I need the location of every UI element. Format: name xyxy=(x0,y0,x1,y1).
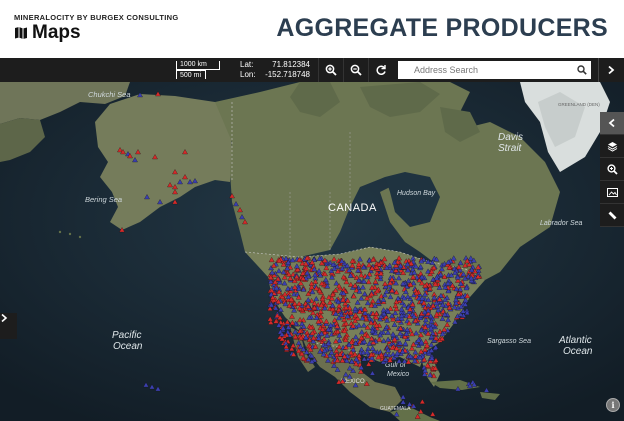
label-gulf-mexico: Mexico xyxy=(387,371,409,378)
collapse-panel-button[interactable] xyxy=(600,112,624,135)
label-chukchi-sea: Chukchi Sea xyxy=(88,90,131,99)
ruler-icon xyxy=(608,211,616,219)
scale-km: 1000 km xyxy=(176,61,220,70)
scale-mi: 500 mi xyxy=(176,70,206,79)
label-atlantic-ocean: Ocean xyxy=(563,346,593,357)
label-strait: Strait xyxy=(498,143,523,154)
chevron-right-icon xyxy=(1,313,8,323)
label-sargasso-sea: Sargasso Sea xyxy=(487,338,531,345)
map-icon xyxy=(15,27,27,39)
image-export-button[interactable] xyxy=(600,181,624,204)
label-hudson-bay: Hudson Bay xyxy=(397,190,436,197)
label-davis: Davis xyxy=(498,132,523,143)
measure-button[interactable] xyxy=(600,204,624,227)
label-canada: CANADA xyxy=(328,202,377,214)
coordinates-readout: Lat: 71.812384 Lon: -152.718748 xyxy=(240,60,310,80)
brand-subtitle: MINERALOCITY BY BURGEX CONSULTING xyxy=(14,13,179,22)
brand-logo[interactable]: Maps xyxy=(14,22,81,44)
scale-bar: 1000 km 500 mi xyxy=(176,61,226,79)
refresh-button[interactable] xyxy=(368,58,392,82)
zoom-in-icon xyxy=(325,64,337,76)
header: MINERALOCITY BY BURGEX CONSULTING Maps A… xyxy=(0,0,624,58)
label-guatemala: GUATEMALA xyxy=(380,406,411,412)
zoom-region-icon xyxy=(606,163,618,175)
label-greenland: GREENLAND (DEN) xyxy=(558,102,600,107)
brand-word: Maps xyxy=(32,22,81,43)
left-panel-toggle[interactable] xyxy=(0,313,17,339)
page-title: AGGREGATE PRODUCERS xyxy=(276,14,608,42)
basemap: Chukchi Sea Bering Sea Hudson Bay Labrad… xyxy=(0,82,624,421)
map-canvas[interactable]: Chukchi Sea Bering Sea Hudson Bay Labrad… xyxy=(0,82,624,421)
lat-label: Lat: xyxy=(240,60,254,69)
zoom-out-button[interactable] xyxy=(343,58,367,82)
lon-value: -152.718748 xyxy=(265,70,310,79)
search-icon xyxy=(577,65,587,75)
toolbar-expand-button[interactable] xyxy=(598,58,622,82)
lon-label: Lon: xyxy=(240,70,256,79)
refresh-icon xyxy=(375,65,386,75)
chevron-left-icon xyxy=(608,118,615,128)
chevron-right-icon xyxy=(607,65,614,75)
zoom-region-button[interactable] xyxy=(600,158,624,181)
label-atlantic: Atlantic xyxy=(558,335,592,346)
label-bering-sea: Bering Sea xyxy=(85,195,122,204)
lat-value: 71.812384 xyxy=(272,60,310,69)
info-button[interactable]: i xyxy=(606,398,620,412)
layers-button[interactable] xyxy=(600,135,624,158)
side-toolbar xyxy=(600,112,624,227)
zoom-out-icon xyxy=(350,64,362,76)
label-labrador-sea: Labrador Sea xyxy=(540,220,583,227)
layers-icon xyxy=(607,141,617,152)
search-input[interactable] xyxy=(398,65,573,75)
address-search[interactable] xyxy=(398,61,591,79)
label-pacific: Pacific xyxy=(112,330,141,341)
zoom-in-button[interactable] xyxy=(318,58,342,82)
search-button[interactable] xyxy=(573,61,591,79)
label-pacific-ocean: Ocean xyxy=(113,341,143,352)
image-icon xyxy=(606,187,618,197)
